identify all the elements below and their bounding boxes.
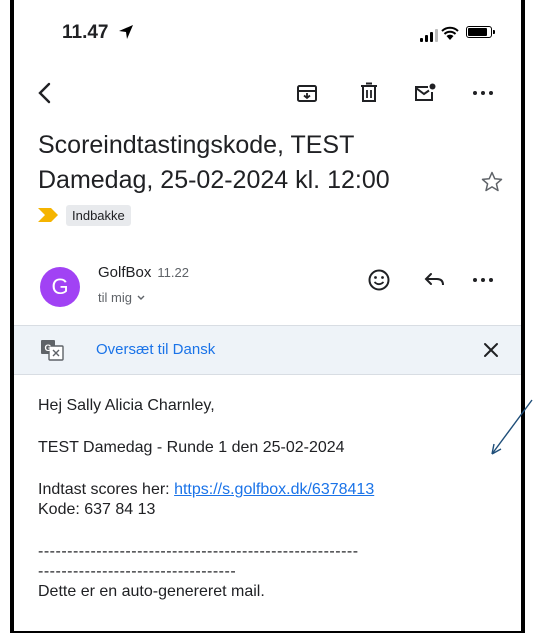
sender-line: GolfBox 11.22: [98, 264, 189, 281]
chevron-down-icon: [137, 295, 145, 300]
reply-icon[interactable]: [422, 267, 448, 293]
recipient-toggle[interactable]: til mig: [98, 290, 146, 305]
mark-unread-icon[interactable]: [412, 80, 438, 106]
sent-time: 11.22: [157, 265, 189, 280]
scores-prefix: Indtast scores her:: [38, 481, 170, 498]
avatar[interactable]: G: [40, 267, 80, 307]
translate-bar: G Oversæt til Dansk: [14, 325, 521, 375]
email-body: Hej Sally Alicia Charnley, TEST Damedag …: [38, 396, 518, 602]
event-line: TEST Damedag - Runde 1 den 25-02-2024: [38, 439, 345, 456]
divider-line-1: ----------------------------------------…: [38, 543, 359, 560]
close-icon[interactable]: [480, 339, 502, 361]
scores-line: Indtast scores her: https://s.golfbox.dk…: [38, 480, 518, 500]
svg-text:G: G: [44, 343, 51, 353]
recipient-label: til mig: [98, 290, 132, 305]
trash-icon[interactable]: [356, 80, 382, 106]
inbox-label[interactable]: Indbakke: [66, 204, 131, 226]
wifi-icon: [441, 26, 459, 40]
greeting: Hej Sally Alicia Charnley,: [38, 397, 215, 414]
status-time: 11.47: [62, 22, 109, 43]
sender-name: GolfBox: [98, 264, 152, 281]
star-icon[interactable]: [480, 170, 504, 194]
important-marker-icon: [38, 208, 58, 222]
scores-link[interactable]: https://s.golfbox.dk/6378413: [174, 481, 374, 498]
emoji-icon[interactable]: [366, 267, 392, 293]
code-line: Kode: 637 84 13: [38, 501, 156, 518]
google-translate-icon: G: [41, 340, 64, 361]
location-icon: [119, 25, 133, 39]
subject-line-2: Damedag, 25-02-2024 kl. 12:00: [38, 166, 390, 194]
battery-icon: [466, 26, 495, 38]
status-bar: 11.47: [14, 0, 521, 70]
back-icon[interactable]: [32, 80, 58, 106]
email-screen: 11.47 Scoreindtastingskode, TEST Damedag…: [10, 0, 525, 633]
signal-icon: [420, 28, 438, 42]
divider-line-2: ----------------------------------: [38, 563, 237, 580]
email-toolbar: [14, 72, 521, 116]
annotation-arrow-icon: [491, 399, 533, 455]
archive-icon[interactable]: [294, 80, 320, 106]
footer-line: Dette er en auto-genereret mail.: [38, 583, 265, 600]
email-subject: Scoreindtastingskode, TEST Damedag, 25-0…: [38, 128, 458, 198]
subject-line-1: Scoreindtastingskode, TEST: [38, 131, 355, 159]
message-more-icon[interactable]: [470, 267, 496, 293]
label-row: Indbakke: [38, 204, 131, 226]
more-icon[interactable]: [470, 80, 496, 106]
translate-link[interactable]: Oversæt til Dansk: [96, 341, 215, 358]
